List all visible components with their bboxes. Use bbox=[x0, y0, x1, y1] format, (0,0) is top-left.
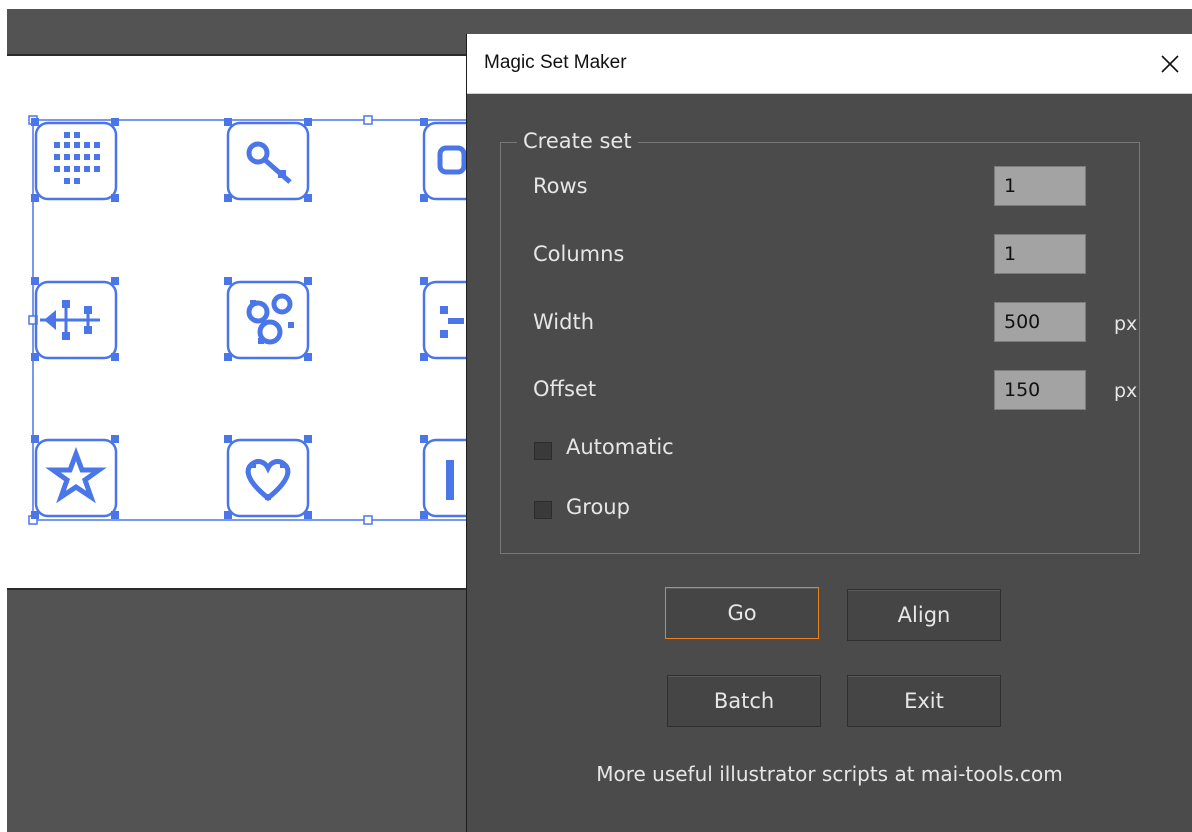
selected-icon-set[interactable] bbox=[0, 0, 470, 600]
handle-top-mid bbox=[363, 115, 373, 125]
offset-unit: px bbox=[1114, 380, 1138, 402]
group-label[interactable]: Group bbox=[566, 495, 630, 519]
automatic-checkbox[interactable] bbox=[534, 442, 552, 460]
columns-label: Columns bbox=[533, 242, 625, 266]
footer-credit: More useful illustrator scripts at mai-t… bbox=[596, 762, 1063, 786]
dialog-titlebar[interactable]: Magic Set Maker bbox=[467, 34, 1192, 94]
handle-bottom-mid bbox=[363, 515, 373, 525]
heart-icon bbox=[226, 438, 310, 518]
exit-button[interactable]: Exit bbox=[847, 675, 1001, 727]
group-checkbox[interactable] bbox=[534, 501, 552, 519]
rows-input[interactable]: 1 bbox=[994, 166, 1086, 206]
close-button[interactable] bbox=[1148, 42, 1192, 86]
offset-input[interactable]: 150 bbox=[994, 370, 1086, 410]
offset-label: Offset bbox=[533, 377, 597, 401]
dialog-title: Magic Set Maker bbox=[484, 52, 627, 73]
go-button[interactable]: Go bbox=[665, 587, 819, 639]
group-title: Create set bbox=[517, 129, 638, 153]
width-label: Width bbox=[533, 310, 595, 334]
width-input[interactable]: 500 bbox=[994, 302, 1086, 342]
align-button[interactable]: Align bbox=[847, 589, 1001, 641]
workspace-bottom bbox=[7, 588, 467, 832]
automatic-label[interactable]: Automatic bbox=[566, 435, 674, 459]
magic-set-maker-dialog: Magic Set Maker Create set Rows 1 Column… bbox=[466, 34, 1192, 832]
columns-input[interactable]: 1 bbox=[994, 234, 1086, 274]
width-unit: px bbox=[1114, 313, 1138, 335]
close-icon bbox=[1161, 55, 1179, 73]
rows-label: Rows bbox=[533, 174, 588, 198]
batch-button[interactable]: Batch bbox=[667, 675, 821, 727]
